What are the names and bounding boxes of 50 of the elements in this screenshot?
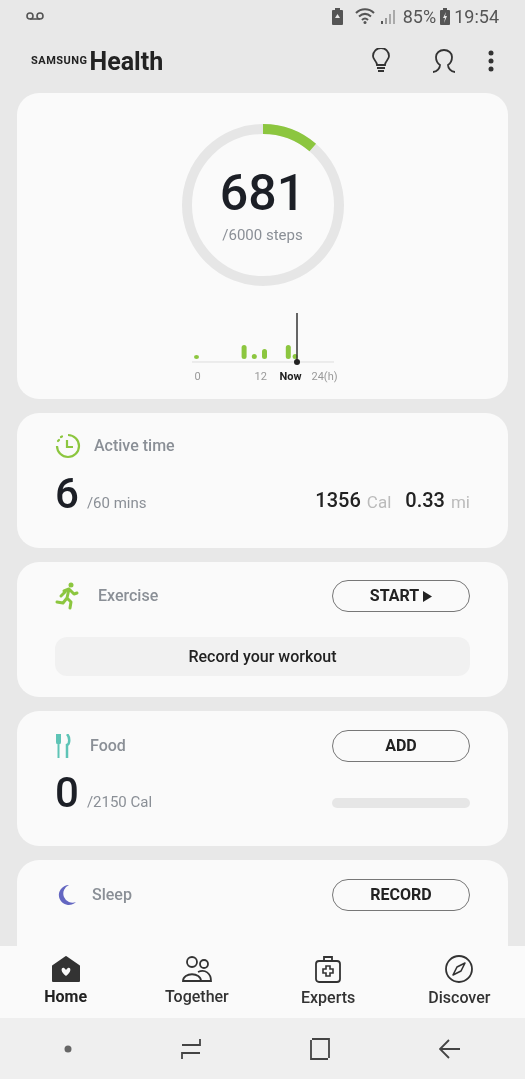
recent-apps-icon	[179, 1037, 202, 1060]
active-goal: /60 mins	[86, 492, 147, 514]
card-title: Exercise	[98, 585, 159, 607]
card-title: Sleep	[92, 884, 132, 906]
profile-button[interactable]	[431, 47, 457, 75]
nav-tab[interactable]: Discover	[393, 946, 525, 1018]
distance-unit: mi	[450, 490, 470, 514]
home-button[interactable]	[309, 1037, 332, 1060]
axis-label: 0	[194, 369, 202, 385]
active-minutes: 6	[55, 473, 79, 515]
nav-tab[interactable]: Home	[0, 946, 132, 1018]
recent-apps-button[interactable]	[179, 1037, 202, 1060]
steps-count: 681	[219, 167, 306, 218]
battery-charging-icon	[440, 7, 451, 25]
record-workout-button[interactable]: Record your workout	[55, 637, 470, 676]
nav-tab[interactable]: Together	[131, 946, 263, 1018]
calories-value: 1356	[315, 487, 361, 514]
lightbulb-button[interactable]	[369, 47, 393, 75]
wifi-icon	[354, 8, 375, 24]
food-goal: /2150 Cal	[86, 791, 153, 813]
axis-label: 12	[254, 369, 268, 385]
medical-kit-icon	[314, 954, 343, 984]
home-icon	[50, 955, 81, 983]
stopwatch-icon	[55, 433, 81, 459]
back-button[interactable]	[439, 1037, 462, 1060]
lightbulb-icon	[371, 48, 391, 74]
fork-knife-icon	[55, 734, 71, 758]
play-icon	[423, 590, 433, 602]
more-options-icon	[488, 50, 494, 72]
person-outline-icon	[431, 49, 457, 73]
running-person-icon	[55, 582, 79, 610]
compass-icon	[444, 954, 475, 984]
calories-unit: Cal	[366, 490, 392, 514]
axis-label: Now	[279, 369, 303, 385]
voicemail-icon	[26, 12, 44, 20]
steps-goal: /6000 steps	[222, 224, 303, 246]
axis-label: 24(h)	[311, 369, 338, 385]
clock-time: 19:54	[454, 4, 499, 29]
signal-icon	[380, 8, 397, 24]
distance-value: 0.33	[405, 487, 445, 514]
people-icon	[180, 955, 213, 983]
card-title: Food	[90, 735, 126, 757]
battery-saver-icon	[331, 7, 343, 25]
more-options-button[interactable]	[487, 49, 495, 73]
dot-icon	[63, 1044, 72, 1053]
battery-percentage: 85%	[402, 4, 437, 29]
back-arrow-icon	[439, 1037, 462, 1060]
food-calories: 0	[55, 772, 79, 814]
card-title: Active time	[94, 435, 175, 457]
nav-tab[interactable]: Experts	[262, 946, 394, 1018]
